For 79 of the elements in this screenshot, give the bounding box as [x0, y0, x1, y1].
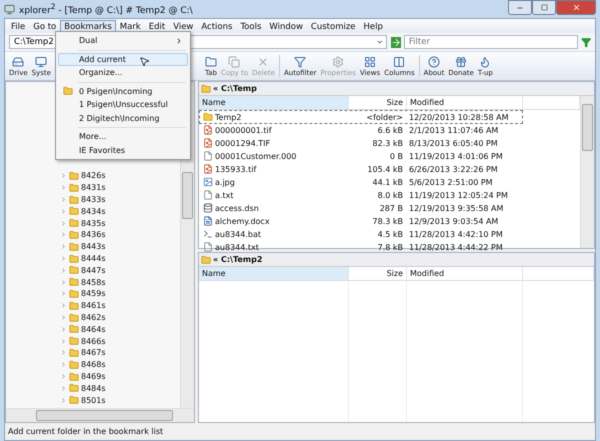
tree-item[interactable]: 8501s	[81, 396, 106, 405]
file-size: 6.6 kB	[376, 126, 404, 134]
file-name[interactable]: alchemy.docx	[200, 216, 348, 226]
menu-item[interactable]: Window	[265, 20, 307, 32]
menu-item[interactable]: Edit	[144, 20, 170, 32]
file-name[interactable]: access.dsn	[200, 203, 348, 213]
file-name[interactable]: a.jpg	[200, 177, 348, 187]
menu-item[interactable]: View	[169, 20, 198, 32]
filter-field[interactable]: Filter	[404, 35, 578, 49]
status-text: Add current folder in the bookmark list	[8, 427, 164, 436]
menu-item[interactable]: Go to	[29, 20, 60, 32]
file-modified: 2/1/2013 11:07:46 AM	[408, 126, 500, 134]
file-size: 7.8 kB	[376, 242, 404, 252]
file-modified: 12/19/2013 9:35:58 AM	[408, 204, 504, 212]
file-modified: 11/28/2013 4:44:22 PM	[408, 242, 504, 252]
file-modified: 6/26/2013 3:22:26 PM	[408, 164, 499, 174]
file-size: 0 B	[388, 152, 404, 160]
menu-item[interactable]: IE Favorites	[58, 144, 188, 157]
menu-item[interactable]: Help	[360, 20, 387, 32]
file-modified: 8/13/2013 6:05:40 PM	[408, 138, 499, 148]
file-name[interactable]: Temp2	[200, 112, 348, 122]
file-name[interactable]: au8344.txt	[200, 242, 348, 252]
column-header[interactable]: Name	[199, 267, 349, 280]
file-size: 44.1 kB	[372, 178, 404, 186]
menu-item[interactable]: Dual	[58, 34, 188, 48]
tree-item[interactable]: 8466s	[81, 336, 106, 346]
file-size: 8.0 kB	[376, 190, 404, 200]
menu-item[interactable]: File	[7, 20, 30, 32]
pane-path: « C:\Temp2	[213, 255, 262, 264]
file-name[interactable]: a.txt	[200, 190, 348, 200]
file-name[interactable]: 135933.tif	[200, 164, 348, 174]
tree-item[interactable]: 8459s	[81, 289, 106, 298]
tree-item[interactable]: 8444s	[81, 254, 106, 264]
menu-item[interactable]: 0 Psigen\Incoming	[58, 84, 188, 98]
tree-item[interactable]: 8433s	[81, 195, 106, 204]
file-modified: 11/19/2013 12:05:24 PM	[408, 190, 509, 200]
file-size: <folder>	[365, 112, 404, 122]
tree-item[interactable]: 8462s	[81, 313, 106, 322]
file-name[interactable]: 000000001.tif	[200, 125, 348, 135]
tree-item[interactable]: 8435s	[81, 218, 106, 228]
menu-item[interactable]: More...	[58, 130, 188, 144]
menu-item[interactable]: Organize...	[58, 66, 188, 80]
file-name[interactable]: 00001294.TIF	[200, 138, 348, 148]
menu-item[interactable]: Customize	[306, 20, 360, 32]
tree-item[interactable]: 8467s	[81, 348, 106, 358]
file-size: 78.3 kB	[372, 216, 404, 226]
pane-path: « C:\Temp	[213, 84, 257, 93]
tree-item[interactable]: 8436s	[81, 230, 106, 240]
file-name[interactable]: au8344.bat	[200, 229, 348, 239]
tree-item[interactable]: 8484s	[81, 384, 106, 393]
column-header[interactable]: Name	[199, 96, 349, 109]
file-modified: 5/6/2013 2:51:00 PM	[408, 178, 494, 186]
menu-item[interactable]: Mark	[116, 20, 145, 32]
tree-item[interactable]: 8464s	[81, 324, 106, 334]
tree-item[interactable]: 8469s	[81, 372, 106, 381]
file-size: 105.4 kB	[366, 164, 404, 174]
menu-item[interactable]: Bookmarks	[60, 20, 116, 32]
menu-item[interactable]: 2 Digitech\Incoming	[58, 112, 188, 125]
tree-item[interactable]: 8426s	[81, 171, 106, 180]
tree-item[interactable]: 8458s	[81, 278, 106, 287]
file-modified: 11/19/2013 4:01:06 PM	[408, 152, 504, 160]
file-name[interactable]: 00001Customer.000	[200, 151, 348, 161]
tree-item[interactable]: 8443s	[81, 242, 106, 252]
file-size: 82.3 kB	[372, 138, 404, 148]
menu-item[interactable]: 1 Psigen\Unsuccessful	[58, 98, 188, 112]
window-title: xplorer$^{2}$ - [Temp @ C:\] # Temp2 @ C:\	[19, 2, 193, 16]
tree-item[interactable]: 8468s	[81, 360, 106, 370]
menu-item[interactable]: Actions	[197, 20, 236, 32]
file-modified: 12/9/2013 9:03:54 AM	[408, 216, 500, 226]
tree-item[interactable]: 8461s	[81, 301, 106, 310]
tree-item[interactable]: 8447s	[81, 266, 106, 275]
file-size: 4.5 kB	[376, 230, 404, 238]
tree-item[interactable]: 8434s	[81, 206, 106, 216]
file-size: 287 B	[378, 204, 404, 212]
menu-item[interactable]: Tools	[236, 20, 266, 32]
menu-item[interactable]: Add current	[58, 52, 188, 66]
file-modified: 12/20/2013 10:28:58 AM	[408, 112, 510, 122]
tree-item[interactable]: 8431s	[81, 183, 106, 192]
file-modified: 11/28/2013 4:42:10 PM	[408, 230, 504, 238]
